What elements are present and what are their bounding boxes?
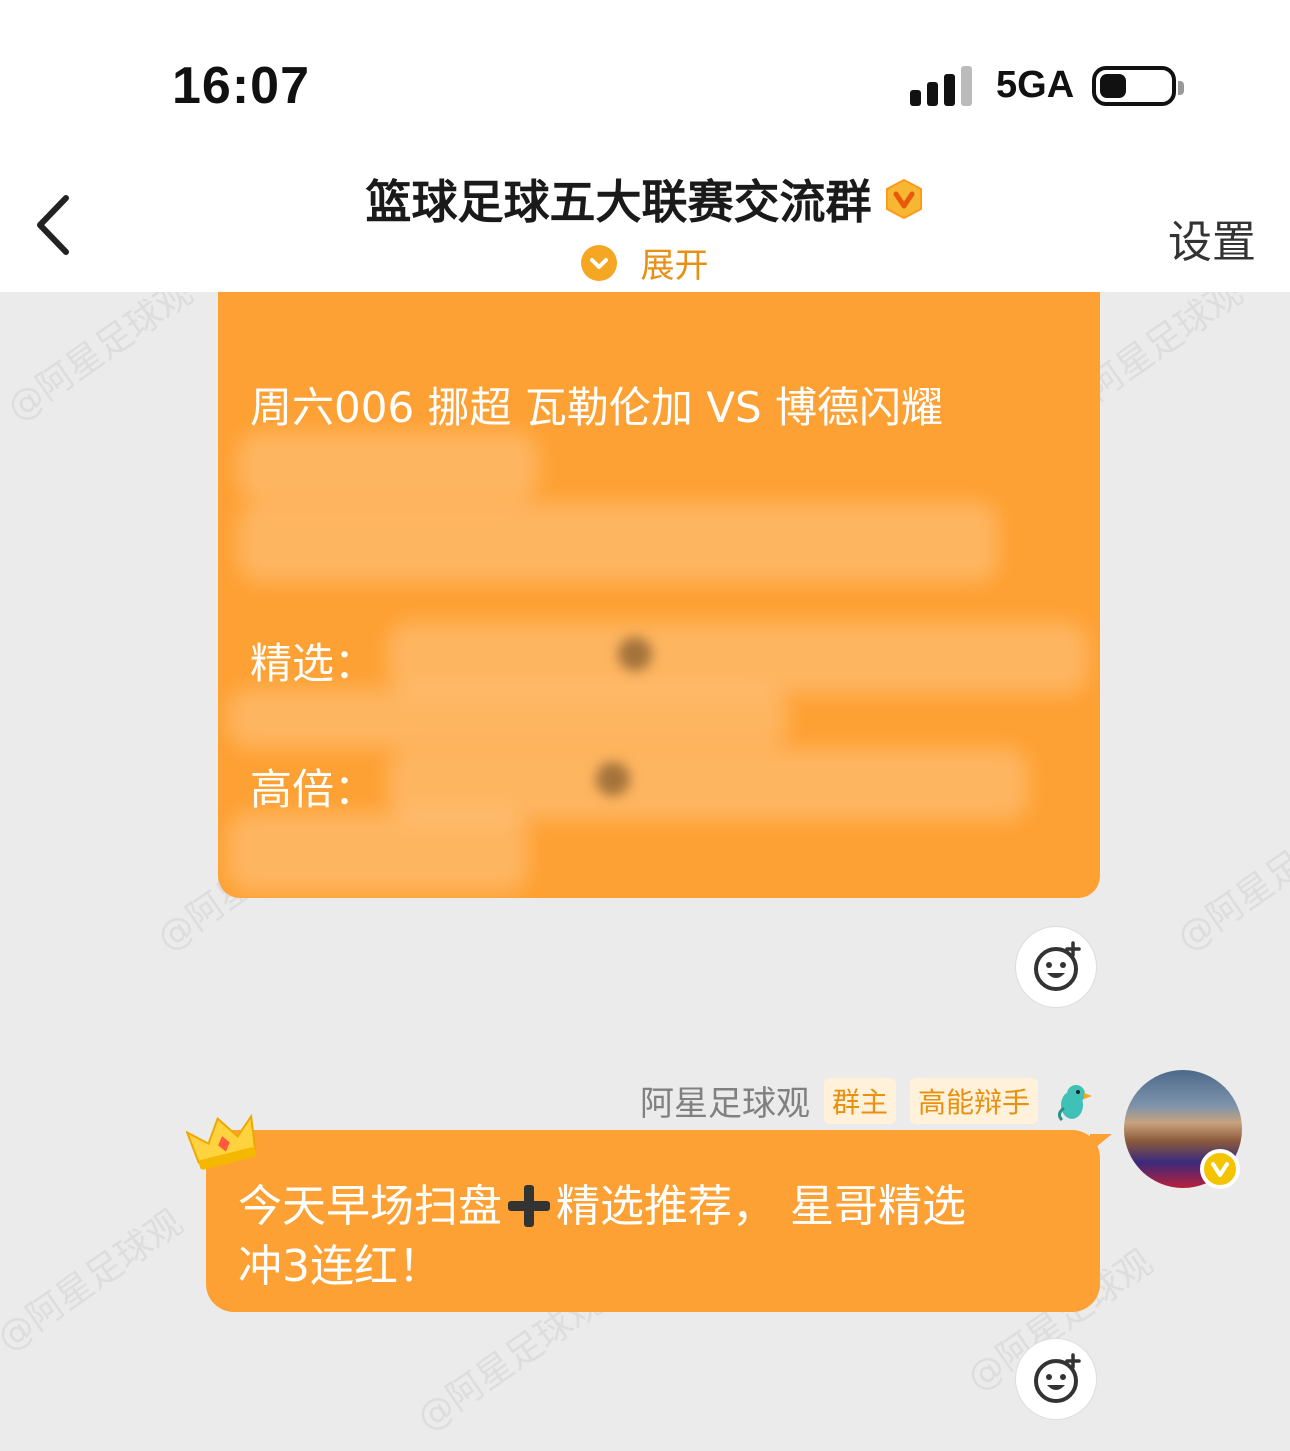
plus-icon [508, 1185, 550, 1227]
expand-label: 展开 [640, 246, 709, 286]
crown-icon [186, 1113, 257, 1170]
message-bubble[interactable]: 今天早场扫盘 精选推荐， 星哥精选 冲3连红！ [206, 1130, 1100, 1312]
smile-plus-icon [1034, 1353, 1081, 1403]
battery-icon [1092, 66, 1184, 106]
blurred-text [228, 812, 528, 892]
blurred-text [388, 622, 1088, 694]
cellular-signal-icon [910, 66, 974, 106]
chevron-down-icon [581, 244, 618, 281]
blurred-text [596, 762, 630, 796]
message-bubble[interactable]: 周六006 挪超 瓦勒伦加 VS 博德闪耀 精选： 高倍： [218, 292, 1100, 898]
sender-name[interactable]: 阿星足球观 [640, 1076, 810, 1125]
message-text-part1: 今天早场扫盘 [238, 1181, 502, 1232]
match-line: 周六006 挪超 瓦勒伦加 VS 博德闪耀 [250, 383, 943, 432]
bird-badge-icon [1057, 1084, 1092, 1121]
status-bar: 16:07 5GA [0, 0, 1290, 150]
smile-plus-icon [1034, 941, 1081, 991]
sender-info: 阿星足球观 群主 高能辩手 [640, 1076, 1094, 1125]
add-reaction-button[interactable] [1015, 1338, 1097, 1420]
blurred-text [228, 688, 788, 748]
verified-badge-icon [885, 178, 922, 220]
owner-tag: 群主 [823, 1077, 896, 1124]
blurred-text [238, 432, 538, 502]
watermark: @阿星足球观 [0, 1202, 191, 1360]
blurred-text [618, 637, 652, 671]
verified-avatar-icon [1200, 1149, 1240, 1189]
blurred-text [238, 502, 998, 582]
watermark: @阿星足球观 [0, 292, 201, 430]
chat-area[interactable]: @阿星足球观 @阿星足球观 @阿星足球观 @阿星足球观 @阿星足球观 @阿星足球… [0, 292, 1290, 1451]
debater-tag: 高能辩手 [909, 1077, 1038, 1124]
message-text-part2: 精选推荐， 星哥精选 [556, 1181, 966, 1232]
settings-button[interactable]: 设置 [1168, 206, 1256, 270]
watermark: @阿星足球观 [1169, 802, 1290, 960]
group-title: 篮球足球五大联赛交流群 [365, 175, 872, 229]
high-odds-label: 高倍： [250, 765, 377, 814]
expand-toggle[interactable]: 展开 [0, 238, 1290, 287]
blurred-text [388, 748, 1028, 820]
pick-label: 精选： [250, 639, 377, 688]
add-reaction-button[interactable] [1015, 926, 1097, 1008]
message-text-line2: 冲3连红！ [238, 1241, 442, 1292]
chat-header: 篮球足球五大联赛交流群 展开 设置 [0, 150, 1290, 292]
message-text-line1: 今天早场扫盘 精选推荐， 星哥精选 [238, 1170, 966, 1234]
network-type: 5GA [996, 64, 1075, 106]
status-time: 16:07 [172, 57, 310, 115]
